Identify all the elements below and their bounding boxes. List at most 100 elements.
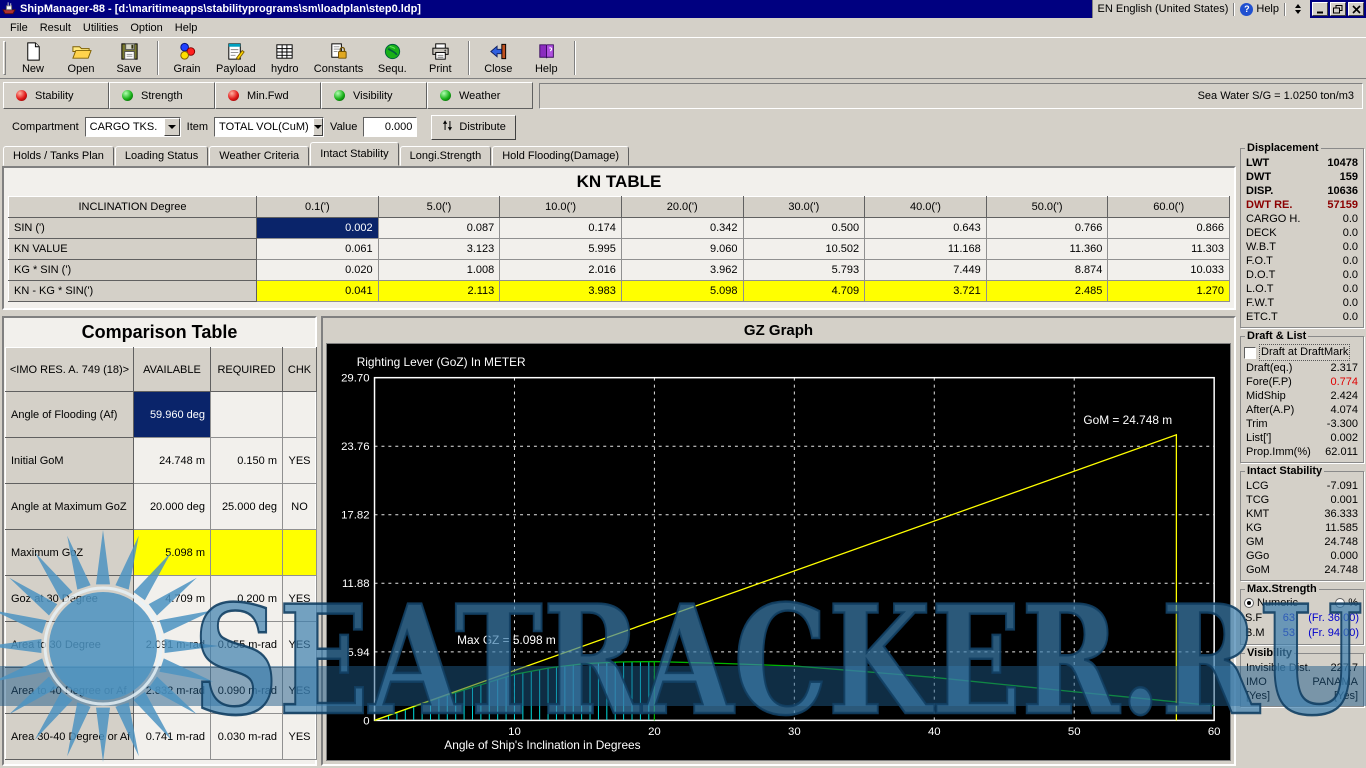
comparison-chk-cell[interactable]: YES — [283, 438, 317, 484]
kn-value-cell[interactable]: 0.174 — [500, 218, 622, 239]
comparison-chk-cell[interactable]: YES — [283, 668, 317, 714]
mode-button-weather[interactable]: Weather — [427, 82, 533, 109]
menu-item-result[interactable]: Result — [34, 20, 77, 36]
tab-longi-strength[interactable]: Longi.Strength — [400, 146, 492, 166]
max-strength-label: B.M — [1245, 626, 1271, 641]
value-input[interactable]: 0.000 — [363, 117, 417, 137]
kn-value-cell[interactable]: 11.360 — [986, 239, 1108, 260]
kn-value-cell[interactable]: 3.721 — [865, 281, 987, 302]
mode-button-stability[interactable]: Stability — [3, 82, 109, 109]
kn-value-cell[interactable]: 3.983 — [500, 281, 622, 302]
toolbar-button-close[interactable]: Close — [474, 39, 522, 77]
chevron-down-icon[interactable] — [313, 118, 323, 136]
menu-item-help[interactable]: Help — [169, 20, 204, 36]
comparison-chk-cell[interactable] — [283, 530, 317, 576]
comparison-required-cell[interactable]: 0.150 m — [211, 438, 283, 484]
toolbar-button-open[interactable]: Open — [57, 39, 105, 77]
kn-value-cell[interactable]: 0.020 — [257, 260, 379, 281]
comparison-available-cell[interactable]: 24.748 m — [134, 438, 211, 484]
draft-at-draftmark-checkbox[interactable] — [1244, 347, 1256, 359]
kn-value-cell[interactable]: 0.342 — [621, 218, 743, 239]
kn-value-cell[interactable]: 0.643 — [865, 218, 987, 239]
kn-value-cell[interactable]: 1.008 — [378, 260, 500, 281]
toolbar-button-new[interactable]: New — [9, 39, 57, 77]
kn-value-cell[interactable]: 0.087 — [378, 218, 500, 239]
kn-value-cell[interactable]: 0.002 — [257, 218, 379, 239]
kn-value-cell[interactable]: 5.098 — [621, 281, 743, 302]
comparison-chk-cell[interactable]: YES — [283, 622, 317, 668]
toolbar-button-help[interactable]: Help — [522, 39, 570, 77]
toolbar-button-constants[interactable]: Constants — [309, 39, 369, 77]
comparison-chk-cell[interactable]: NO — [283, 484, 317, 530]
toolbar-button-sequ[interactable]: Sequ. — [368, 39, 416, 77]
comparison-chk-cell[interactable]: YES — [283, 576, 317, 622]
language-bar[interactable]: EN English (United States) ? Help — [1092, 0, 1310, 18]
kn-value-cell[interactable]: 1.270 — [1108, 281, 1230, 302]
mode-button-strength[interactable]: Strength — [109, 82, 215, 109]
comparison-required-cell[interactable]: 0.055 m-rad — [211, 622, 283, 668]
item-dropdown[interactable]: TOTAL VOL(CuM) — [214, 117, 324, 137]
toolbar-button-print[interactable]: Print — [416, 39, 464, 77]
comparison-available-cell[interactable]: 2.832 m-rad — [134, 668, 211, 714]
kn-value-cell[interactable]: 10.033 — [1108, 260, 1230, 281]
kn-value-cell[interactable]: 5.793 — [743, 260, 865, 281]
menu-item-option[interactable]: Option — [124, 20, 168, 36]
comparison-required-cell[interactable]: 0.030 m-rad — [211, 714, 283, 760]
comparison-required-cell[interactable]: 0.090 m-rad — [211, 668, 283, 714]
comparison-available-cell[interactable]: 5.098 m — [134, 530, 211, 576]
toolbar-button-save[interactable]: Save — [105, 39, 153, 77]
kn-value-cell[interactable]: 0.041 — [257, 281, 379, 302]
distribute-button[interactable]: Distribute — [431, 115, 515, 140]
comparison-required-cell[interactable]: 0.200 m — [211, 576, 283, 622]
toolbar-grip[interactable] — [3, 41, 6, 75]
comparison-available-cell[interactable]: 4.709 m — [134, 576, 211, 622]
comparison-required-cell[interactable]: 25.000 deg — [211, 484, 283, 530]
comparison-required-cell[interactable] — [211, 530, 283, 576]
kn-value-cell[interactable]: 0.061 — [257, 239, 379, 260]
mode-button-visibility[interactable]: Visibility — [321, 82, 427, 109]
close-button[interactable] — [1348, 2, 1364, 16]
language-bar-options-icon[interactable] — [1291, 4, 1305, 14]
kn-value-cell[interactable]: 2.485 — [986, 281, 1108, 302]
menu-item-utilities[interactable]: Utilities — [77, 20, 124, 36]
tab-holds-tanks-plan[interactable]: Holds / Tanks Plan — [3, 146, 114, 166]
kn-value-cell[interactable]: 4.709 — [743, 281, 865, 302]
comparison-available-cell[interactable]: 2.091 m-rad — [134, 622, 211, 668]
tab-hold-flooding-damage[interactable]: Hold Flooding(Damage) — [492, 146, 629, 166]
comparison-chk-cell[interactable]: YES — [283, 714, 317, 760]
kn-value-cell[interactable]: 9.060 — [621, 239, 743, 260]
kn-value-cell[interactable]: 3.962 — [621, 260, 743, 281]
comparison-available-cell[interactable]: 59.960 deg — [134, 392, 211, 438]
percent-radio[interactable]: % — [1335, 597, 1358, 609]
comparison-chk-cell[interactable] — [283, 392, 317, 438]
toolbar-button-hydro[interactable]: hydro — [261, 39, 309, 77]
comparison-available-cell[interactable]: 20.000 deg — [134, 484, 211, 530]
comparison-required-cell[interactable] — [211, 392, 283, 438]
restore-button[interactable] — [1330, 2, 1346, 16]
compartment-dropdown[interactable]: CARGO TKS. — [85, 117, 181, 137]
numeric-radio[interactable]: Numeric — [1244, 597, 1298, 609]
kn-value-cell[interactable]: 5.995 — [500, 239, 622, 260]
minimize-button[interactable] — [1312, 2, 1328, 16]
comparison-available-cell[interactable]: 0.741 m-rad — [134, 714, 211, 760]
tab-intact-stability[interactable]: Intact Stability — [310, 142, 398, 166]
toolbar-button-grain[interactable]: Grain — [163, 39, 211, 77]
kn-value-cell[interactable]: 2.113 — [378, 281, 500, 302]
kn-value-cell[interactable]: 2.016 — [500, 260, 622, 281]
chevron-down-icon[interactable] — [164, 118, 180, 136]
kn-value-cell[interactable]: 8.874 — [986, 260, 1108, 281]
kn-value-cell[interactable]: 0.866 — [1108, 218, 1230, 239]
toolbar-button-payload[interactable]: Payload — [211, 39, 261, 77]
kn-value-cell[interactable]: 0.500 — [743, 218, 865, 239]
language-bar-help[interactable]: Help — [1256, 3, 1279, 15]
kn-value-cell[interactable]: 10.502 — [743, 239, 865, 260]
kn-value-cell[interactable]: 11.168 — [865, 239, 987, 260]
kn-value-cell[interactable]: 0.766 — [986, 218, 1108, 239]
mode-button-min-fwd[interactable]: Min.Fwd — [215, 82, 321, 109]
tab-weather-criteria[interactable]: Weather Criteria — [209, 146, 309, 166]
tab-loading-status[interactable]: Loading Status — [115, 146, 208, 166]
kn-value-cell[interactable]: 3.123 — [378, 239, 500, 260]
kn-value-cell[interactable]: 7.449 — [865, 260, 987, 281]
menu-item-file[interactable]: File — [4, 20, 34, 36]
kn-value-cell[interactable]: 11.303 — [1108, 239, 1230, 260]
